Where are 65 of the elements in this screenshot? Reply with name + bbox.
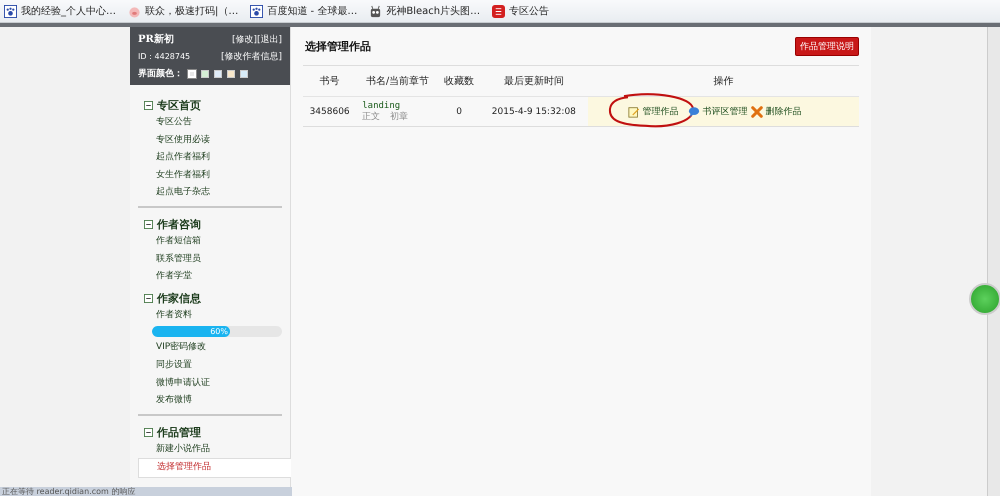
sidebar-item[interactable]: 作者学堂: [138, 268, 282, 286]
theme-swatch[interactable]: [240, 70, 248, 78]
collapse-icon[interactable]: [144, 294, 153, 303]
user-id: ID：4428745: [138, 51, 190, 62]
sidebar-item[interactable]: 专区公告: [138, 114, 282, 132]
action-link[interactable]: 管理作品: [642, 105, 678, 118]
column-header: 操作: [588, 66, 859, 96]
book-link[interactable]: landing: [362, 100, 400, 110]
column-header: 收藏数: [438, 66, 480, 96]
page-title: 选择管理作品: [305, 38, 371, 54]
section-title: 专区首页: [157, 98, 201, 113]
table-cell: 3458606: [303, 96, 356, 126]
column-header: 最后更新时间: [479, 66, 588, 96]
user-link[interactable]: [修改]: [232, 32, 257, 46]
sidebar-item[interactable]: 微博申请认证: [138, 374, 282, 392]
sidebar-item[interactable]: 新建小说作品: [138, 440, 282, 458]
paw-icon: [4, 4, 17, 18]
action-link[interactable]: 书评区管理: [702, 105, 748, 118]
section-title: 作品管理: [157, 424, 201, 440]
theme-swatch[interactable]: [227, 70, 235, 78]
chapter-type: 正文: [362, 112, 380, 122]
bookmark-link[interactable]: 联众，极速打码|（…: [128, 4, 238, 18]
speech-bubble-icon: [688, 106, 700, 118]
theme-swatch[interactable]: [201, 70, 209, 78]
collapse-icon[interactable]: [144, 220, 153, 229]
edit-info-link[interactable]: [修改作者信息]: [220, 50, 282, 63]
robot-icon: [369, 4, 382, 18]
x-icon: [751, 106, 764, 118]
bookmark-link[interactable]: 死神Bleach片头图…: [369, 4, 480, 18]
help-button[interactable]: 作品管理说明: [795, 36, 859, 56]
action-link[interactable]: 删除作品: [765, 105, 802, 118]
theme-label: 界面颜色：: [138, 67, 183, 80]
sidebar-item[interactable]: 女生作者福利: [138, 166, 282, 184]
sidebar-item[interactable]: 作者资料: [138, 306, 282, 324]
collapse-icon[interactable]: [144, 428, 153, 437]
section-title: 作者咨询: [157, 216, 201, 232]
sidebar-item[interactable]: 联系管理员: [138, 250, 282, 268]
chapter-link[interactable]: 初章: [390, 112, 408, 122]
pig-icon: [128, 4, 141, 18]
sidebar-item[interactable]: VIP密码修改: [138, 339, 282, 357]
theme-swatch[interactable]: [214, 70, 222, 78]
collapse-icon[interactable]: [144, 101, 153, 110]
sidebar-item[interactable]: 起点电子杂志: [138, 184, 282, 202]
seal-icon: [492, 4, 506, 18]
sidebar-item[interactable]: 起点作者福利: [138, 149, 282, 167]
bookmark-link[interactable]: 百度知道 - 全球最…: [250, 4, 358, 18]
column-header: 书名/当前章节: [356, 66, 439, 96]
scrollbar[interactable]: [987, 27, 1000, 496]
floating-circle-icon[interactable]: [969, 283, 1000, 315]
sidebar-item[interactable]: 作者短信箱: [138, 232, 282, 251]
status-text: 正在等待 reader.qidian.com 的响应: [2, 487, 136, 496]
bookmark-link[interactable]: 我的经验_个人中心…: [4, 4, 116, 18]
progress-reading: 60%: [210, 327, 228, 336]
section-title: 作家信息: [157, 290, 201, 306]
sidebar-item[interactable]: 选择管理作品: [138, 458, 291, 478]
bookmark-link[interactable]: 专区公告: [492, 4, 550, 18]
table-cell: 0: [438, 96, 480, 126]
paw-icon: [250, 4, 264, 18]
sidebar-item[interactable]: 专区使用必读: [138, 132, 282, 150]
edit-icon: [628, 106, 640, 118]
user-link[interactable]: [退出]: [256, 32, 282, 46]
sidebar-item[interactable]: 发布微博: [138, 392, 282, 410]
column-header: 书号: [303, 66, 356, 96]
user-name: PR新初: [138, 32, 174, 46]
sidebar-item[interactable]: 同步设置: [138, 356, 282, 375]
